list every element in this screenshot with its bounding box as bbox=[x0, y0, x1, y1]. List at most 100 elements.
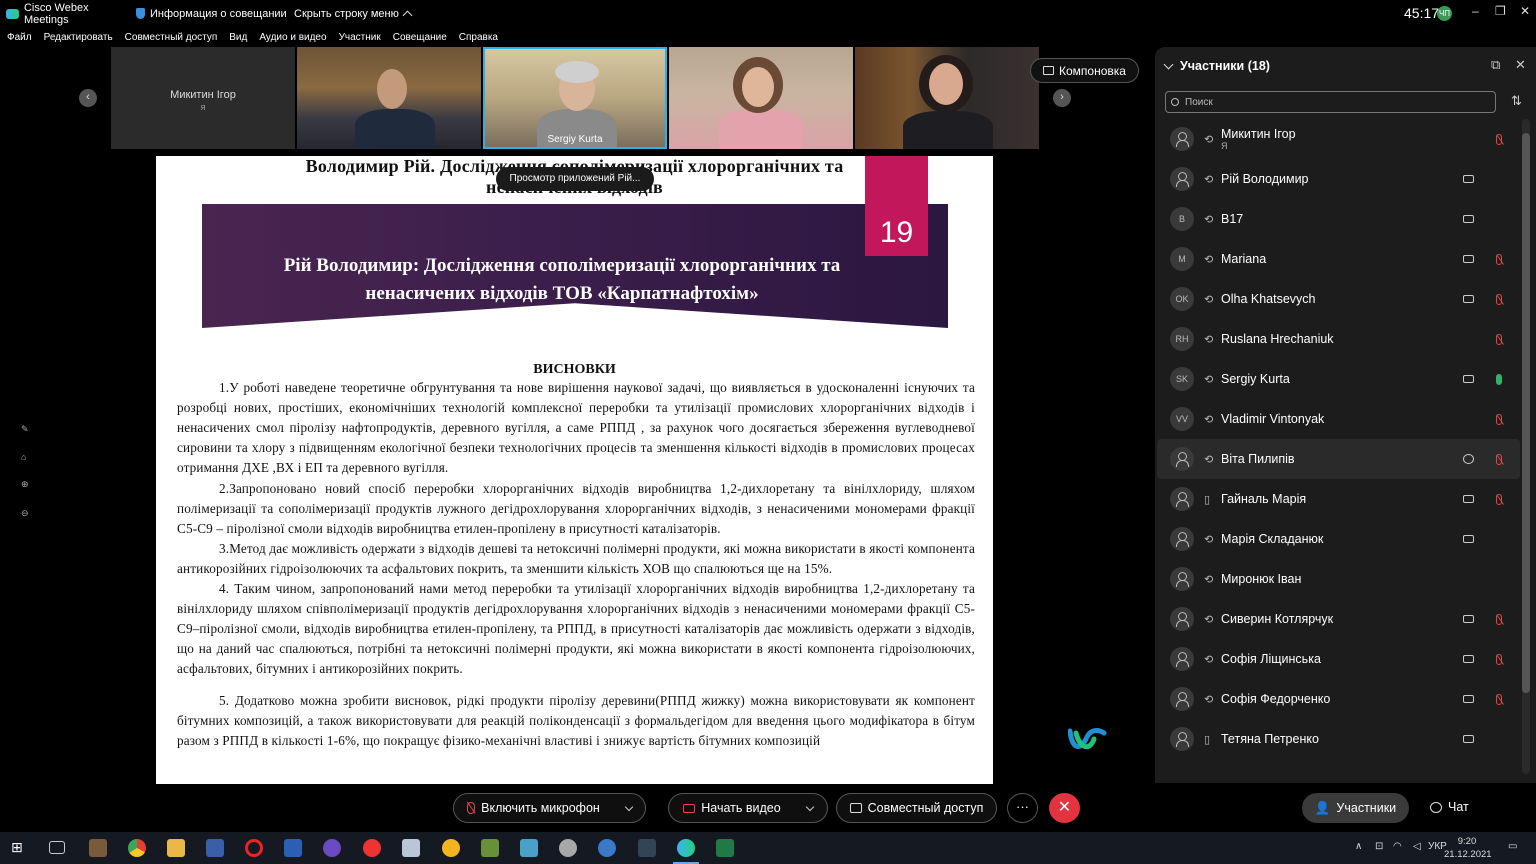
zoom-in-icon[interactable]: ⊕ bbox=[21, 479, 31, 489]
more-options-button[interactable]: ··· bbox=[1007, 793, 1038, 823]
mic-muted-icon[interactable] bbox=[1496, 413, 1502, 425]
popout-icon[interactable]: ⧉ bbox=[1491, 57, 1500, 73]
layout-button[interactable]: Компоновка bbox=[1030, 58, 1139, 83]
participant-row[interactable]: ⟲ Софія Федорченко bbox=[1157, 679, 1520, 719]
mic-on-icon[interactable] bbox=[1496, 373, 1502, 385]
app-icon[interactable] bbox=[559, 839, 577, 857]
participant-row[interactable]: B ⟲ B17 bbox=[1157, 199, 1520, 239]
menu-help[interactable]: Справка bbox=[459, 32, 498, 43]
notifications-icon[interactable]: ▭ bbox=[1508, 841, 1517, 852]
app-icon[interactable] bbox=[89, 839, 107, 857]
scrollbar-thumb[interactable] bbox=[1522, 133, 1530, 693]
participant-row[interactable]: ⟲ Марія Складанюк bbox=[1157, 519, 1520, 559]
strip-next-button[interactable]: › bbox=[1053, 89, 1071, 107]
participants-header[interactable]: Участники (18) bbox=[1163, 59, 1270, 73]
menu-share[interactable]: Совместный доступ bbox=[125, 32, 218, 43]
zoom-out-icon[interactable]: ⊖ bbox=[21, 508, 31, 518]
status-badge: ЧП bbox=[1437, 6, 1452, 21]
save-app-icon[interactable] bbox=[206, 839, 224, 857]
participant-row[interactable]: VV ⟲ Vladimir Vintonyak bbox=[1157, 399, 1520, 439]
participant-row[interactable]: RH ⟲ Ruslana Hrechaniuk bbox=[1157, 319, 1520, 359]
restore-icon[interactable]: ❐ bbox=[1495, 4, 1506, 18]
sort-icon[interactable]: ⇅ bbox=[1511, 93, 1522, 109]
annotate-icon[interactable]: ✎ bbox=[21, 424, 31, 434]
word-icon[interactable] bbox=[284, 839, 302, 857]
chevron-down-icon[interactable] bbox=[805, 802, 814, 811]
viber-icon[interactable] bbox=[323, 839, 341, 857]
participant-row[interactable]: ▯ Тетяна Петренко bbox=[1157, 719, 1520, 759]
app-icon[interactable] bbox=[520, 839, 538, 857]
participant-row[interactable]: ⟲ Сиверин Котлярчук bbox=[1157, 599, 1520, 639]
menu-file[interactable]: Файл bbox=[7, 32, 32, 43]
menu-view[interactable]: Вид bbox=[229, 32, 247, 43]
menu-audio-video[interactable]: Аудио и видео bbox=[259, 32, 326, 43]
participants-button[interactable]: 👤 Участники bbox=[1302, 793, 1409, 823]
network-icon[interactable]: ⊡ bbox=[1375, 841, 1383, 852]
mic-muted-icon[interactable] bbox=[1496, 253, 1502, 265]
scrollbar[interactable] bbox=[1522, 119, 1530, 774]
task-view-icon[interactable] bbox=[49, 841, 65, 854]
leave-meeting-button[interactable]: ✕ bbox=[1049, 793, 1080, 823]
mic-muted-icon[interactable] bbox=[1496, 493, 1502, 505]
participant-row[interactable]: SK ⟲ Sergiy Kurta bbox=[1157, 359, 1520, 399]
video-tile[interactable] bbox=[669, 47, 853, 149]
globe-icon[interactable] bbox=[598, 839, 616, 857]
folder-icon[interactable] bbox=[167, 839, 185, 857]
menu-meeting[interactable]: Совещание bbox=[393, 32, 447, 43]
start-video-button[interactable]: Начать видео bbox=[668, 793, 828, 823]
participant-row[interactable]: ⟲ Софія Ліщинська bbox=[1157, 639, 1520, 679]
unmute-button[interactable]: Включить микрофон bbox=[453, 793, 646, 823]
participant-row[interactable]: ⟲ Віта Пилипів bbox=[1157, 439, 1520, 479]
wifi-icon[interactable]: ◠ bbox=[1393, 841, 1402, 852]
chrome-icon[interactable] bbox=[128, 839, 146, 857]
close-panel-icon[interactable]: ✕ bbox=[1515, 57, 1526, 73]
mic-muted-icon[interactable] bbox=[1496, 693, 1502, 705]
menu-participant[interactable]: Участник bbox=[339, 32, 381, 43]
opera-icon[interactable] bbox=[245, 839, 263, 857]
mic-muted-icon[interactable] bbox=[1496, 293, 1502, 305]
shield-icon bbox=[136, 8, 145, 19]
system-clock[interactable]: 9:20 21.12.2021 bbox=[1444, 835, 1492, 861]
participant-row[interactable]: ⟲ Микитин Ігор Я bbox=[1157, 119, 1520, 159]
participant-row[interactable]: M ⟲ Mariana bbox=[1157, 239, 1520, 279]
mic-muted-icon[interactable] bbox=[1496, 613, 1502, 625]
meeting-info-button[interactable]: Информация о совещании bbox=[136, 8, 294, 20]
webex-taskbar-icon[interactable] bbox=[677, 839, 695, 857]
tray-chevron-icon[interactable]: ∧ bbox=[1355, 841, 1362, 852]
conclusion-paragraph: 5. Додатково можна зробити висновок, рід… bbox=[177, 691, 975, 751]
video-tile[interactable] bbox=[297, 47, 481, 149]
search-input[interactable]: Поиск bbox=[1165, 91, 1496, 113]
participant-name-text: Микитин Ігор bbox=[1221, 127, 1296, 141]
app-icon[interactable] bbox=[481, 839, 499, 857]
chat-icon[interactable] bbox=[1463, 454, 1474, 464]
video-tile-self[interactable]: Микитин Ігор Я bbox=[111, 47, 295, 149]
close-icon[interactable]: ✕ bbox=[1520, 4, 1530, 18]
save-icon[interactable] bbox=[638, 839, 656, 857]
mic-muted-icon[interactable] bbox=[1496, 453, 1502, 465]
volume-icon[interactable]: ◁ bbox=[1413, 841, 1421, 852]
participant-row[interactable]: ⟲ Миронюк Іван bbox=[1157, 559, 1520, 599]
hide-menu-bar-button[interactable]: Скрыть строку меню bbox=[294, 8, 413, 21]
mic-muted-icon[interactable] bbox=[1496, 133, 1502, 145]
participant-row[interactable]: ▯ Гайналь Марія bbox=[1157, 479, 1520, 519]
strip-prev-button[interactable]: ‹ bbox=[79, 89, 97, 107]
notepad-icon[interactable] bbox=[402, 839, 420, 857]
excel-icon[interactable] bbox=[716, 839, 734, 857]
app-icon[interactable] bbox=[442, 839, 460, 857]
mic-muted-icon[interactable] bbox=[1496, 653, 1502, 665]
headset-icon: ⟲ bbox=[1204, 333, 1214, 346]
mic-muted-icon[interactable] bbox=[1496, 333, 1502, 345]
menu-edit[interactable]: Редактировать bbox=[44, 32, 113, 43]
pin-icon[interactable]: ⌂ bbox=[21, 452, 31, 462]
video-tile-active-speaker[interactable]: Sergiy Kurta bbox=[483, 47, 667, 149]
windows-start-icon[interactable]: ⊞ bbox=[11, 839, 29, 857]
chevron-down-icon[interactable] bbox=[624, 802, 634, 811]
video-tile[interactable] bbox=[855, 47, 1039, 149]
app-viewing-tooltip[interactable]: Просмотр приложений Рій... bbox=[496, 167, 654, 191]
participant-row[interactable]: ⟲ Рій Володимир bbox=[1157, 159, 1520, 199]
minimize-icon[interactable]: – bbox=[1472, 4, 1479, 18]
share-button[interactable]: Совместный доступ bbox=[836, 793, 997, 823]
participant-row[interactable]: OK ⟲ Olha Khatsevych bbox=[1157, 279, 1520, 319]
vivaldi-icon[interactable] bbox=[363, 839, 381, 857]
chat-button[interactable]: Чат bbox=[1430, 800, 1469, 814]
